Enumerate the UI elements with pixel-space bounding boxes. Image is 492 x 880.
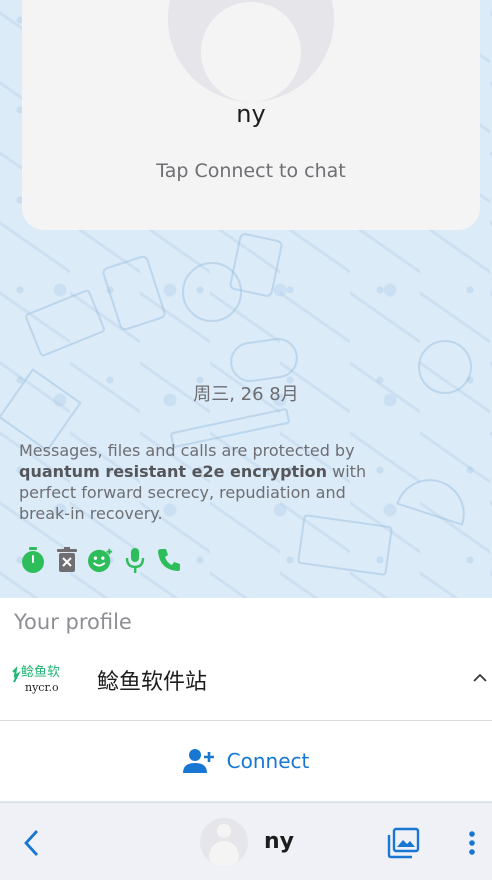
chat-title[interactable]: ny bbox=[264, 829, 294, 854]
more-vertical-icon bbox=[469, 831, 475, 855]
e2e-notice-prefix: Messages, files and calls are protected … bbox=[19, 441, 355, 460]
profile-section: Your profile 鲶鱼软 nycr.o 鲶鱼软件站 bbox=[0, 598, 492, 720]
connect-button[interactable]: Connect bbox=[0, 721, 492, 801]
doodle-protractor bbox=[396, 470, 474, 526]
delete-message-icon bbox=[54, 544, 80, 576]
contact-avatar bbox=[168, 0, 334, 102]
profile-logo: 鲶鱼软 nycr.o bbox=[12, 662, 64, 696]
doodle-book bbox=[23, 288, 107, 358]
chat-feature-icons bbox=[20, 544, 182, 576]
contact-name: ny bbox=[236, 100, 266, 128]
doodle-palette bbox=[227, 335, 301, 385]
timer-icon bbox=[20, 544, 46, 576]
doodle-calculator-2 bbox=[228, 232, 284, 298]
bottom-app-bar: ny bbox=[0, 802, 492, 880]
profile-name: 鲶鱼软件站 bbox=[97, 670, 208, 695]
gallery-icon bbox=[387, 827, 420, 859]
profile-selector[interactable]: 鲶鱼软 nycr.o 鲶鱼软件站 bbox=[0, 646, 492, 712]
chevron-left-icon bbox=[24, 830, 39, 856]
profile-section-title: Your profile bbox=[14, 610, 132, 634]
contact-avatar-small[interactable] bbox=[200, 818, 248, 866]
date-separator: 周三, 26 8月 bbox=[193, 384, 299, 405]
e2e-notice-highlight: quantum resistant e2e encryption bbox=[19, 462, 328, 481]
profile-logo-text: 鲶鱼软 bbox=[21, 664, 60, 680]
add-reaction-icon bbox=[88, 544, 114, 576]
e2e-encryption-notice: Messages, files and calls are protected … bbox=[19, 440, 379, 524]
back-button[interactable] bbox=[20, 827, 44, 859]
gallery-button[interactable] bbox=[386, 827, 420, 859]
add-person-icon bbox=[182, 749, 214, 773]
doodle-calculator bbox=[100, 254, 168, 332]
connect-hint: Tap Connect to chat bbox=[156, 160, 346, 182]
more-options-button[interactable] bbox=[464, 827, 480, 859]
chevron-up-icon[interactable] bbox=[470, 670, 490, 684]
connect-label: Connect bbox=[226, 749, 310, 773]
contact-card: ny Tap Connect to chat bbox=[22, 0, 480, 230]
phone-icon bbox=[156, 544, 182, 576]
microphone-icon bbox=[122, 544, 148, 576]
profile-logo-subtext: nycr.o bbox=[25, 681, 59, 694]
chat-background: ny Tap Connect to chat 周三, 26 8月 Message… bbox=[0, 0, 492, 598]
